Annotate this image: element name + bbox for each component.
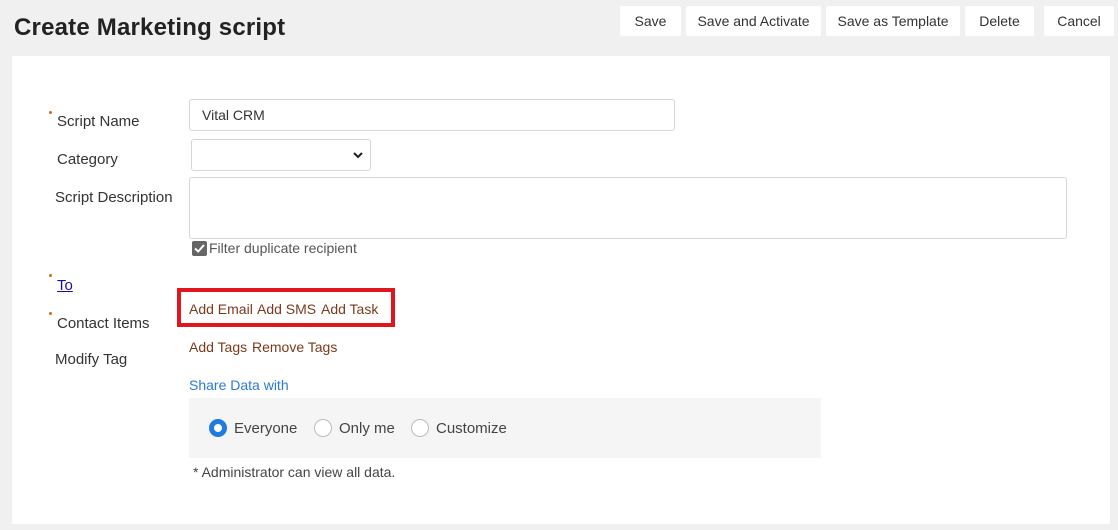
toolbar: Save Save and Activate Save as Template … <box>620 6 1114 36</box>
to-link[interactable]: To <box>57 277 73 294</box>
admin-note: * Administrator can view all data. <box>193 464 396 480</box>
radio-everyone[interactable] <box>209 419 227 437</box>
radio-customize-label[interactable]: Customize <box>436 420 507 437</box>
delete-button[interactable]: Delete <box>965 6 1034 36</box>
save-as-template-button[interactable]: Save as Template <box>826 6 960 36</box>
radio-only-me-label[interactable]: Only me <box>339 420 395 437</box>
checkmark-icon <box>194 244 205 253</box>
filter-duplicate-checkbox[interactable] <box>192 241 207 256</box>
cancel-button[interactable]: Cancel <box>1044 6 1114 36</box>
script-description-textarea[interactable] <box>189 177 1067 239</box>
remove-tags-link[interactable]: Remove Tags <box>252 339 337 355</box>
radio-everyone-label[interactable]: Everyone <box>234 420 297 437</box>
save-and-activate-button[interactable]: Save and Activate <box>686 6 821 36</box>
required-marker <box>49 312 52 315</box>
required-marker <box>49 274 52 277</box>
radio-only-me[interactable] <box>314 419 332 437</box>
required-marker <box>49 111 52 114</box>
page-title: Create Marketing script <box>14 14 286 41</box>
script-description-label: Script Description <box>55 189 173 206</box>
form-panel: Script Name Category Script Description … <box>12 56 1110 524</box>
radio-customize[interactable] <box>411 419 429 437</box>
share-data-link[interactable]: Share Data with <box>189 377 289 393</box>
add-tags-link[interactable]: Add Tags <box>189 339 247 355</box>
category-label: Category <box>57 151 118 168</box>
share-options-box: Everyone Only me Customize <box>189 398 821 458</box>
script-name-label: Script Name <box>57 113 140 130</box>
category-select[interactable] <box>191 139 371 171</box>
add-task-link[interactable]: Add Task <box>321 301 378 317</box>
filter-duplicate-label: Filter duplicate recipient <box>209 240 357 256</box>
chevron-down-icon <box>353 152 363 159</box>
modify-tag-label: Modify Tag <box>55 351 128 368</box>
script-name-input[interactable] <box>189 99 675 131</box>
contact-items-label: Contact Items <box>57 315 150 332</box>
add-sms-link[interactable]: Add SMS <box>257 301 316 317</box>
add-email-link[interactable]: Add Email <box>189 301 253 317</box>
save-button[interactable]: Save <box>620 6 681 36</box>
